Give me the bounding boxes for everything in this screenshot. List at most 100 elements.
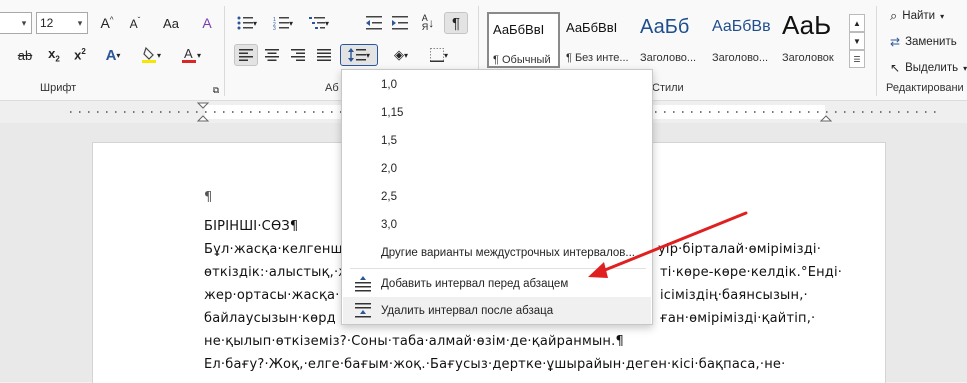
option-label: Удалить интервал после абзаца: [381, 304, 554, 317]
font-color-button[interactable]: A ▾: [176, 44, 206, 66]
style-heading-2[interactable]: АаБбВв Заголово...: [708, 12, 781, 68]
multilevel-list-button[interactable]: ▾: [304, 12, 334, 34]
ruler-tick: [835, 111, 837, 113]
shading-button[interactable]: ◈ ▾: [386, 44, 416, 66]
line-spacing-button[interactable]: ▾: [340, 44, 378, 66]
select-label: Выделить: [905, 62, 959, 74]
ruler-tick: [934, 111, 936, 113]
increase-indent-button[interactable]: [388, 12, 412, 34]
ruler-tick: [115, 111, 117, 113]
ruler-tick: [304, 111, 306, 113]
style-normal[interactable]: АаБбВвІ ¶ Обычный: [487, 12, 560, 68]
ruler-tick: [853, 111, 855, 113]
ruler-tick: [187, 111, 189, 113]
shrink-font-button[interactable]: Aˇ: [122, 12, 148, 34]
clear-formatting-button[interactable]: A: [194, 12, 220, 34]
change-case-icon: Aa: [163, 15, 179, 31]
dialog-launcher-icon: ⧉: [212, 84, 220, 95]
chevron-down-icon[interactable]: ▾: [73, 18, 87, 29]
ruler-tick: [331, 111, 333, 113]
style-no-spacing[interactable]: АаБбВвІ ¶ Без инте...: [562, 12, 635, 68]
justify-button[interactable]: [312, 44, 336, 66]
decrease-indent-button[interactable]: [362, 12, 386, 34]
option-label: 2,0: [381, 162, 397, 175]
spacing-more-options[interactable]: Другие варианты междустрочных интервалов…: [343, 239, 651, 266]
font-dialog-launcher[interactable]: ⧉: [210, 84, 222, 96]
ruler-tick: [664, 111, 666, 113]
font-name-combo[interactable]: ▾: [0, 12, 32, 34]
ruler-tick: [322, 111, 324, 113]
chevron-down-icon: ▾: [116, 50, 121, 60]
add-space-before-item[interactable]: Добавить интервал перед абзацем: [343, 270, 651, 297]
ruler-tick: [916, 111, 918, 113]
ruler-tick: [907, 111, 909, 113]
chevron-down-icon: ▾: [443, 50, 448, 60]
find-label: Найти: [902, 10, 936, 22]
spacing-option-1-5[interactable]: 1,5: [343, 127, 651, 154]
show-marks-button[interactable]: ¶: [444, 12, 468, 34]
styles-more[interactable]: ☰: [849, 50, 865, 68]
replace-button[interactable]: ⇄ Заменить: [890, 35, 957, 49]
ruler-tick: [871, 111, 873, 113]
find-button[interactable]: ⌕ Найти ▾: [890, 8, 944, 24]
font-group-label: Шрифт: [40, 82, 77, 94]
borders-button[interactable]: ▾: [424, 44, 454, 66]
strikethrough-icon: ab: [17, 47, 33, 63]
style-name: ¶ Без инте...: [566, 52, 629, 64]
styles-scroll-down[interactable]: ▼: [849, 32, 865, 50]
styles-scroll-up[interactable]: ▲: [849, 14, 865, 32]
text-effects-button[interactable]: A ▾: [98, 44, 128, 66]
ruler-tick: [133, 111, 135, 113]
ruler-tick: [754, 111, 756, 113]
ruler-tick: [862, 111, 864, 113]
spacing-option-2-0[interactable]: 2,0: [343, 155, 651, 182]
replace-label: Заменить: [905, 36, 957, 48]
subscript-button[interactable]: x2: [42, 44, 66, 66]
style-sample: АаЬ: [782, 10, 832, 40]
doc-line: жер·ортасы·жасқа·: [204, 288, 340, 303]
style-title[interactable]: АаЬ Заголовок: [778, 10, 851, 68]
spacing-option-3-0[interactable]: 3,0: [343, 211, 651, 238]
chevron-up-icon: ▲: [853, 18, 861, 28]
arrow-down-icon: ↓: [428, 16, 435, 30]
strikethrough-button[interactable]: ab: [12, 44, 38, 66]
ruler-tick: [106, 111, 108, 113]
font-size-combo[interactable]: 12 ▾: [36, 12, 88, 34]
ruler-tick: [268, 111, 270, 113]
pilcrow-icon: ¶: [451, 14, 461, 32]
superscript-button[interactable]: x2: [68, 44, 92, 66]
highlight-color-button[interactable]: ▾: [136, 44, 166, 66]
multilevel-list-icon: [308, 17, 325, 29]
bullets-button[interactable]: ▾: [232, 12, 262, 34]
doc-line: байлаусызын·көрд: [204, 311, 336, 326]
doc-line: Бұл·жасқа·келгенш: [204, 242, 343, 257]
align-right-button[interactable]: [286, 44, 310, 66]
spacing-option-2-5[interactable]: 2,5: [343, 183, 651, 210]
sort-button[interactable]: AЯ ↓: [416, 12, 440, 34]
remove-space-after-item[interactable]: Удалить интервал после абзаца: [343, 297, 651, 324]
ruler-tick: [142, 111, 144, 113]
select-button[interactable]: ↖ Выделить ▾: [890, 61, 967, 75]
align-center-button[interactable]: [260, 44, 284, 66]
ruler-tick: [286, 111, 288, 113]
align-left-button[interactable]: [234, 44, 258, 66]
style-heading-1[interactable]: АаБб Заголово...: [636, 12, 709, 68]
chevron-down-icon[interactable]: ▾: [17, 18, 31, 29]
ruler-tick: [898, 111, 900, 113]
spacing-option-1-0[interactable]: 1,0: [343, 71, 651, 98]
increase-indent-icon: [392, 16, 408, 30]
grow-font-button[interactable]: A^: [94, 12, 120, 34]
numbering-button[interactable]: 1 2 3 ▾: [268, 12, 298, 34]
doc-line-fragment: ті·көре-көре·келдік.°Енді·: [660, 265, 843, 280]
option-label: 2,5: [381, 190, 397, 203]
ruler-tick: [727, 111, 729, 113]
spacing-option-1-15[interactable]: 1,15: [343, 99, 651, 126]
option-label: Другие варианты междустрочных интервалов…: [381, 246, 635, 259]
ruler-tick: [250, 111, 252, 113]
group-separator: [876, 6, 877, 96]
chevron-down-icon: ▾: [403, 50, 408, 60]
change-case-button[interactable]: Aa: [158, 12, 184, 34]
ruler-tick: [700, 111, 702, 113]
chevron-down-icon: ▾: [963, 63, 967, 73]
style-name: Заголово...: [640, 52, 697, 64]
